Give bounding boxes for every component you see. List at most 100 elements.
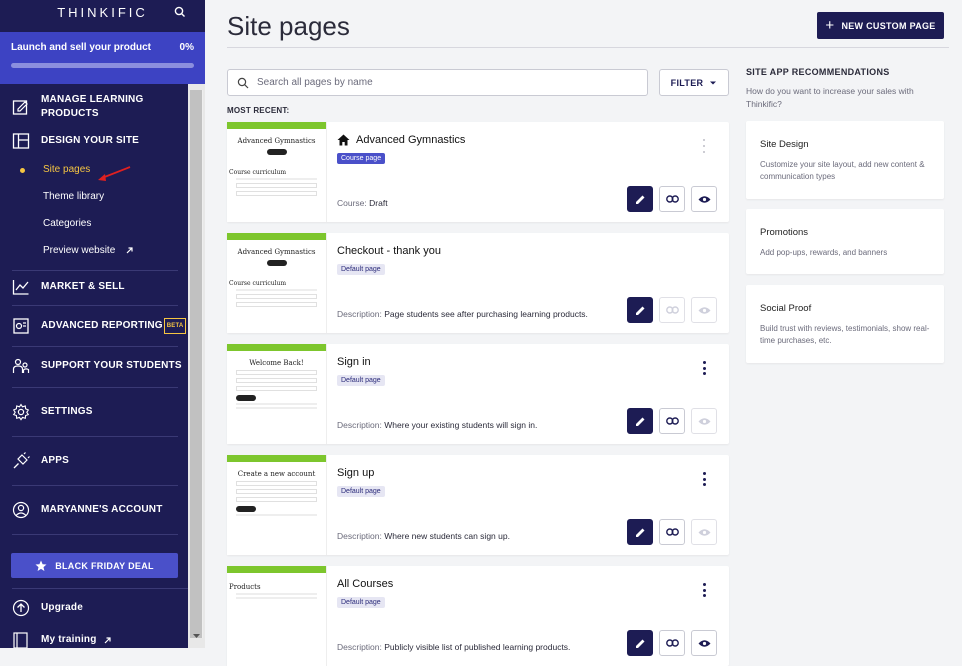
search-field[interactable] xyxy=(227,69,648,96)
users-icon xyxy=(12,358,30,373)
divider xyxy=(12,485,178,486)
sidebar-item-settings[interactable]: SETTINGS xyxy=(0,402,188,422)
edit-document-icon xyxy=(12,100,28,115)
page-title: Site pages xyxy=(227,11,350,41)
search-input[interactable] xyxy=(257,77,637,88)
plug-icon xyxy=(13,452,30,469)
most-recent-label: MOST RECENT: xyxy=(227,106,290,115)
sidebar-item-reporting[interactable]: ADVANCED REPORTING BETA xyxy=(0,318,188,334)
sidebar-item-market[interactable]: MARKET & SELL xyxy=(0,279,188,295)
sidebar-header: THINKIFIC xyxy=(0,0,205,24)
page-card[interactable]: Create a new account Sign up Default pag… xyxy=(227,455,729,555)
black-friday-button[interactable]: BLACK FRIDAY DEAL xyxy=(11,553,178,578)
preview-page-button[interactable] xyxy=(691,186,717,212)
more-options-icon[interactable] xyxy=(701,472,707,486)
page-thumbnail[interactable]: Products xyxy=(227,566,327,666)
link-icon xyxy=(665,417,679,425)
sidebar-item-training[interactable]: My training xyxy=(0,631,112,648)
sidebar-scrollbar[interactable] xyxy=(188,84,205,648)
edit-page-button[interactable] xyxy=(627,519,653,545)
sidebar-item-manage[interactable]: MANAGE LEARNING PRODUCTS xyxy=(0,93,188,121)
page-type-badge: Default page xyxy=(337,486,385,497)
copy-link-button[interactable] xyxy=(659,630,685,656)
recommendation-card-promotions[interactable]: Promotions Add pop-ups, rewards, and ban… xyxy=(746,209,944,274)
home-icon xyxy=(337,134,350,146)
page-card[interactable]: Advanced Gymnastics Course curriculum Ch… xyxy=(227,233,729,333)
pencil-icon xyxy=(635,639,644,648)
more-options-icon[interactable] xyxy=(701,361,707,375)
copy-link-button[interactable] xyxy=(659,408,685,434)
account-icon xyxy=(12,501,30,519)
beta-badge: BETA xyxy=(163,318,187,334)
sidebar-item-design[interactable]: DESIGN YOUR SITE xyxy=(0,132,188,150)
header-divider xyxy=(227,47,949,48)
eye-icon xyxy=(698,639,710,647)
edit-page-button[interactable] xyxy=(627,408,653,434)
page-type-badge: Default page xyxy=(337,264,385,275)
page-name[interactable]: Sign in xyxy=(337,356,371,368)
recommendations-heading: SITE APP RECOMMENDATIONS xyxy=(746,67,890,77)
recommendations-subtitle: How do you want to increase your sales w… xyxy=(746,86,914,109)
copy-link-button xyxy=(659,297,685,323)
scrollbar-thumb[interactable] xyxy=(190,90,203,638)
page-card[interactable]: Products All Courses Default page Descri… xyxy=(227,566,729,666)
page-card[interactable]: Advanced Gymnastics Course curriculum Ad… xyxy=(227,122,729,222)
external-link-icon xyxy=(126,247,133,254)
divider xyxy=(12,534,178,535)
divider xyxy=(12,346,178,347)
sidebar-item-upgrade[interactable]: Upgrade xyxy=(0,599,83,617)
preview-page-button[interactable] xyxy=(691,630,717,656)
sidebar-item-apps[interactable]: APPS xyxy=(0,451,188,471)
page-name[interactable]: All Courses xyxy=(337,578,393,590)
page-type-badge: Default page xyxy=(337,375,385,386)
filter-dropdown[interactable]: FILTER xyxy=(659,69,729,96)
page-thumbnail[interactable]: Create a new account xyxy=(227,455,327,555)
sidebar-item-support[interactable]: SUPPORT YOUR STUDENTS xyxy=(0,356,188,376)
copy-link-button[interactable] xyxy=(659,519,685,545)
pencil-icon xyxy=(635,306,644,315)
gear-icon xyxy=(12,403,30,421)
edit-page-button[interactable] xyxy=(627,630,653,656)
eye-icon xyxy=(698,306,710,314)
recommendation-card-social-proof[interactable]: Social Proof Build trust with reviews, t… xyxy=(746,285,944,363)
launch-progress-card[interactable]: Launch and sell your product 0% xyxy=(0,32,205,84)
copy-link-button[interactable] xyxy=(659,186,685,212)
page-thumbnail[interactable]: Advanced Gymnastics Course curriculum xyxy=(227,233,327,333)
sidebar-subitem-categories[interactable]: Categories xyxy=(0,210,188,237)
sidebar-subitem-theme-library[interactable]: Theme library xyxy=(0,183,188,210)
more-options-icon[interactable] xyxy=(701,583,707,597)
page-actions xyxy=(627,519,717,545)
sidebar-subitem-preview-website[interactable]: Preview website xyxy=(0,237,188,264)
page-thumbnail[interactable]: Advanced Gymnastics Course curriculum xyxy=(227,122,327,222)
page-thumbnail[interactable]: Welcome Back! xyxy=(227,344,327,444)
more-options-icon[interactable] xyxy=(701,139,707,153)
scroll-down-arrow-icon[interactable] xyxy=(188,632,205,640)
chart-icon xyxy=(12,280,29,295)
search-icon[interactable] xyxy=(173,5,187,19)
recommendation-card-site-design[interactable]: Site Design Customize your site layout, … xyxy=(746,121,944,199)
page-description: Course: Draft xyxy=(337,198,388,208)
page-name[interactable]: Advanced Gymnastics xyxy=(337,134,465,146)
sidebar-item-label: DESIGN YOUR SITE xyxy=(41,135,140,146)
thinkific-logo[interactable]: THINKIFIC xyxy=(57,5,148,20)
edit-page-button[interactable] xyxy=(627,186,653,212)
upgrade-icon xyxy=(12,599,30,617)
page-type-badge: Course page xyxy=(337,153,386,164)
active-dot-icon xyxy=(20,168,25,173)
divider xyxy=(12,270,178,271)
sidebar: THINKIFIC Launch and sell your product 0%… xyxy=(0,0,205,648)
page-card[interactable]: Welcome Back! Sign in Default page Descr… xyxy=(227,344,729,444)
edit-page-button[interactable] xyxy=(627,297,653,323)
sidebar-item-account[interactable]: MARYANNE'S ACCOUNT xyxy=(0,500,188,520)
pencil-icon xyxy=(635,417,644,426)
link-icon xyxy=(665,195,679,203)
page-name[interactable]: Checkout - thank you xyxy=(337,245,441,257)
chevron-down-icon xyxy=(710,81,717,84)
launch-progress-bar xyxy=(11,63,194,68)
page-name[interactable]: Sign up xyxy=(337,467,374,479)
page-description: Description: Where your existing student… xyxy=(337,420,538,430)
preview-page-button xyxy=(691,519,717,545)
new-custom-page-button[interactable]: + NEW CUSTOM PAGE xyxy=(817,12,944,39)
link-icon xyxy=(665,639,679,647)
sidebar-subitem-site-pages[interactable]: Site pages xyxy=(0,156,188,183)
